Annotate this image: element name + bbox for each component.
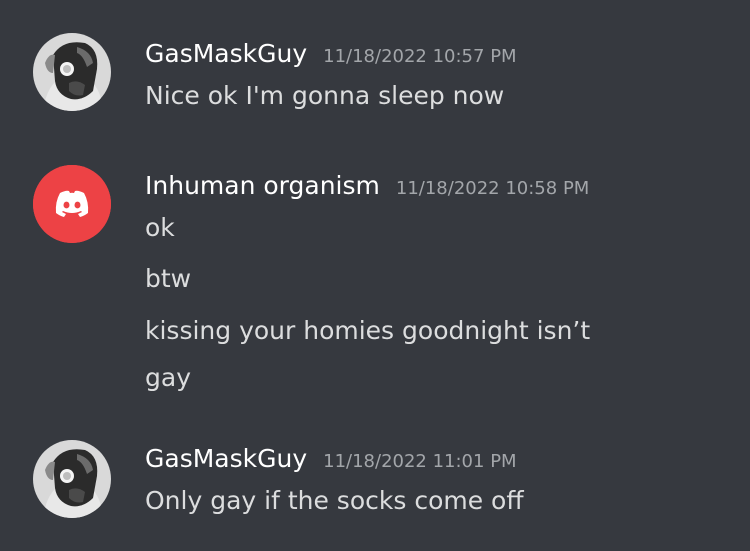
message-text: Nice ok I'm gonna sleep now <box>145 81 505 110</box>
message-text: kissing your homies goodnight isn’t <box>145 316 591 345</box>
avatar[interactable] <box>33 440 111 518</box>
message-text: btw <box>145 264 192 293</box>
timestamp: 11/18/2022 10:57 PM <box>323 46 517 67</box>
avatar[interactable] <box>33 165 111 243</box>
username[interactable]: GasMaskGuy <box>145 39 307 68</box>
message-header: Inhuman organism 11/18/2022 10:58 PM <box>145 171 589 200</box>
message-text: ok <box>145 213 175 242</box>
message-header: GasMaskGuy 11/18/2022 11:01 PM <box>145 444 517 473</box>
gas-mask-avatar-icon <box>33 440 111 518</box>
timestamp: 11/18/2022 10:58 PM <box>395 178 590 199</box>
chat-messages: GasMaskGuy 11/18/2022 10:57 PM Nice ok I… <box>0 0 750 551</box>
discord-default-avatar-icon <box>33 165 111 243</box>
avatar[interactable] <box>33 33 111 111</box>
gas-mask-avatar-icon <box>33 33 111 111</box>
message-text: Only gay if the socks come off <box>145 486 524 515</box>
message-text: gay <box>145 363 191 392</box>
username[interactable]: GasMaskGuy <box>145 444 307 473</box>
message-header: GasMaskGuy 11/18/2022 10:57 PM <box>145 39 517 68</box>
timestamp: 11/18/2022 11:01 PM <box>323 451 517 472</box>
username[interactable]: Inhuman organism <box>145 171 380 200</box>
